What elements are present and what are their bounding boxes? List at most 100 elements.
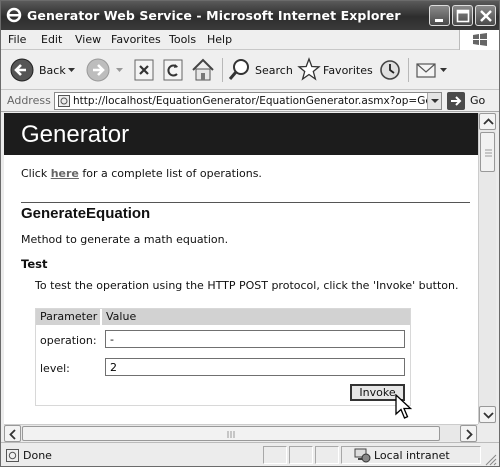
operation-title: GenerateEquation — [21, 205, 151, 222]
chevron-down-icon — [431, 99, 439, 103]
scroll-right-button[interactable] — [460, 425, 477, 442]
stop-button[interactable] — [132, 55, 156, 85]
page-viewport: Generator Click here for a complete list… — [4, 113, 478, 424]
windows-logo-icon — [459, 30, 499, 50]
mouse-cursor-icon — [395, 394, 413, 419]
close-icon — [480, 10, 492, 22]
parameter-form: Parameter Value operation: level: Invoke — [35, 308, 413, 419]
menu-tools[interactable]: Tools — [169, 33, 196, 46]
divider — [21, 202, 470, 203]
horizontal-scrollbar[interactable] — [4, 424, 478, 442]
toolbar: Back Search Favorites — [1, 50, 499, 90]
back-arrow-icon — [10, 58, 34, 82]
operation-description: Method to generate a math equation. — [21, 233, 229, 246]
page-title: Generator — [21, 121, 130, 148]
maximize-icon — [456, 9, 470, 23]
grip-icon — [227, 431, 235, 438]
back-label[interactable]: Back — [39, 64, 66, 77]
parameter-column-header: Parameter — [40, 310, 98, 323]
operations-list-link[interactable]: here — [51, 167, 79, 180]
refresh-icon — [163, 59, 183, 81]
intro-before: Click — [21, 167, 51, 180]
value-column-header: Value — [106, 310, 137, 323]
search-icon — [228, 59, 249, 80]
address-url[interactable]: http://localhost/EquationGenerator/Equat… — [73, 95, 441, 107]
minimize-icon — [435, 19, 443, 22]
back-dropdown-icon[interactable] — [68, 68, 75, 73]
page-icon — [58, 95, 70, 107]
close-button[interactable] — [475, 5, 496, 26]
page-banner: Generator — [4, 113, 478, 155]
status-pane — [289, 446, 313, 464]
vertical-scrollbar[interactable] — [478, 113, 496, 424]
history-icon — [380, 60, 400, 80]
favorites-button[interactable] — [297, 55, 321, 85]
minimize-button[interactable] — [429, 5, 450, 26]
history-button[interactable] — [378, 55, 402, 85]
toolbar-separator — [222, 58, 223, 82]
header-divider — [100, 309, 102, 325]
mail-button[interactable] — [414, 55, 438, 85]
forward-arrow-icon — [86, 58, 110, 82]
test-heading: Test — [21, 257, 48, 271]
home-button[interactable] — [190, 55, 216, 85]
intro-after: for a complete list of operations. — [78, 167, 262, 180]
chevron-right-icon — [466, 429, 473, 440]
chevron-left-icon — [9, 429, 16, 440]
status-text: Done — [23, 449, 52, 462]
ie-logo-icon — [6, 7, 22, 23]
search-button[interactable] — [227, 55, 253, 85]
scrollbar-corner — [478, 424, 496, 441]
favorites-label[interactable]: Favorites — [323, 64, 373, 77]
browser-window: Generator Web Service - Microsoft Intern… — [0, 0, 500, 467]
forward-button[interactable] — [85, 55, 113, 85]
page-done-icon — [6, 449, 19, 462]
go-arrow-icon — [451, 96, 462, 106]
menu-edit[interactable]: Edit — [41, 33, 62, 46]
address-label: Address — [7, 94, 51, 107]
home-icon — [192, 58, 214, 81]
intranet-computer-icon — [354, 448, 371, 463]
mail-dropdown-icon[interactable] — [440, 68, 447, 73]
level-input[interactable] — [105, 358, 405, 376]
status-pane — [315, 446, 339, 464]
operation-param-label: operation: — [40, 334, 97, 347]
status-bar: Done Local intranet — [1, 442, 499, 466]
stop-icon — [134, 59, 154, 81]
go-label[interactable]: Go — [470, 94, 485, 107]
scroll-left-button[interactable] — [4, 425, 21, 442]
status-pane — [263, 446, 287, 464]
menu-file[interactable]: File — [8, 33, 26, 46]
search-label[interactable]: Search — [255, 64, 293, 77]
menu-help[interactable]: Help — [207, 33, 232, 46]
favorites-star-icon — [297, 57, 321, 81]
grip-icon — [485, 149, 492, 157]
address-input[interactable]: http://localhost/EquationGenerator/Equat… — [54, 92, 442, 110]
menu-view[interactable]: View — [75, 33, 101, 46]
go-button[interactable] — [447, 92, 465, 110]
scroll-down-button[interactable] — [479, 406, 496, 423]
address-bar: Address http://localhost/EquationGenerat… — [1, 90, 499, 112]
scroll-up-button[interactable] — [479, 113, 496, 130]
maximize-button[interactable] — [452, 5, 473, 26]
vertical-scroll-thumb[interactable] — [480, 132, 495, 172]
mail-envelope-icon — [416, 63, 436, 78]
test-description: To test the operation using the HTTP POS… — [35, 279, 459, 292]
operation-input[interactable] — [105, 330, 405, 348]
refresh-button[interactable] — [161, 55, 185, 85]
security-zone-text: Local intranet — [374, 449, 450, 462]
intro-text: Click here for a complete list of operat… — [21, 167, 262, 180]
toolbar-separator — [408, 58, 409, 82]
menu-bar: File Edit View Favorites Tools Help — [1, 30, 499, 50]
resize-grip-icon[interactable] — [483, 452, 497, 466]
chevron-down-icon — [483, 412, 494, 419]
level-param-label: level: — [40, 362, 70, 375]
menu-favorites[interactable]: Favorites — [111, 33, 161, 46]
horizontal-scroll-thumb[interactable] — [22, 426, 440, 441]
forward-dropdown-icon[interactable] — [116, 68, 123, 73]
parameter-table-header: Parameter Value — [36, 309, 410, 325]
chevron-up-icon — [483, 118, 494, 125]
back-button[interactable] — [9, 55, 37, 85]
title-bar: Generator Web Service - Microsoft Intern… — [1, 1, 499, 30]
address-dropdown-button[interactable] — [427, 93, 441, 109]
